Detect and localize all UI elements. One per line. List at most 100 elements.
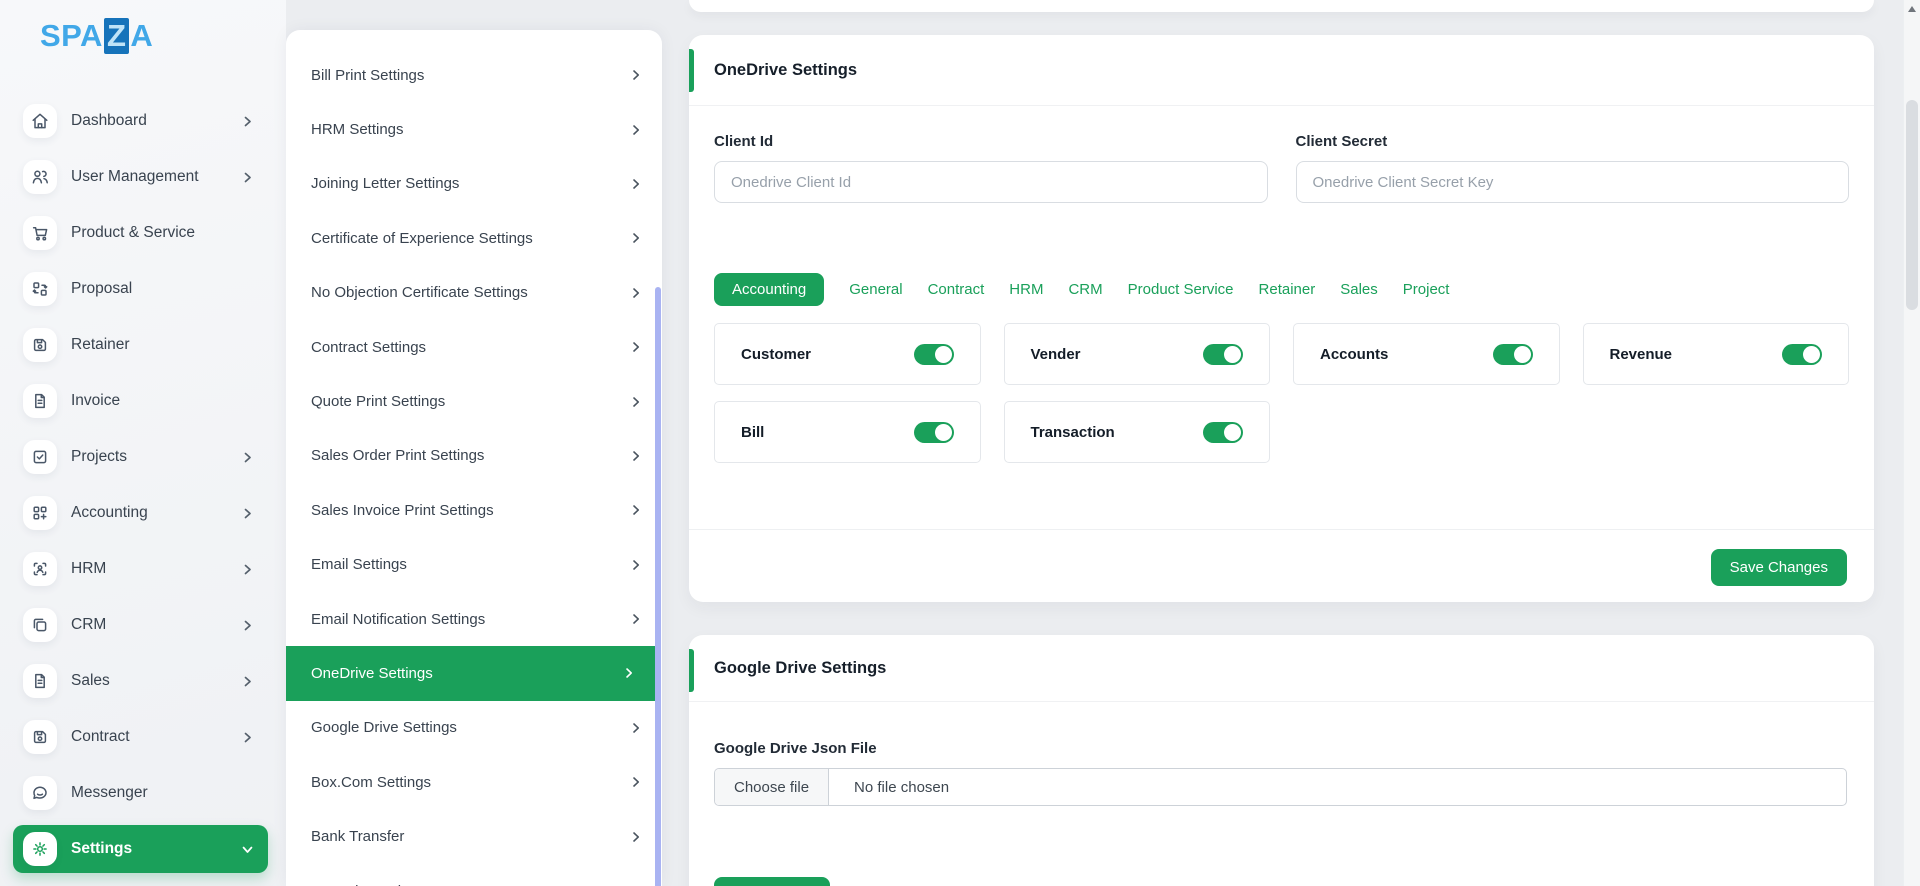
- chevron-right-icon: [630, 396, 642, 408]
- sidebar-item-label: Proposal: [71, 280, 132, 298]
- sidebar-item-user-management[interactable]: User Management: [13, 153, 268, 201]
- file-text-icon: [23, 384, 57, 418]
- accounts-toggle[interactable]: [1493, 344, 1533, 365]
- page-scrollbar[interactable]: [1903, 0, 1920, 886]
- googledrive-card-body: Google Drive Json File Choose file No fi…: [689, 702, 1874, 806]
- toggle-card-accounts: Accounts: [1293, 323, 1560, 385]
- logo-text-dark: Z: [104, 18, 129, 54]
- tab-hrm[interactable]: HRM: [1009, 281, 1043, 298]
- toggle-card-customer: Customer: [714, 323, 981, 385]
- toggle-card-vender: Vender: [1004, 323, 1271, 385]
- sidebar-item-label: Accounting: [71, 504, 148, 522]
- settings-menu-item-barcode[interactable]: Barcode Settings: [286, 864, 662, 886]
- menu-item-label: Email Notification Settings: [311, 611, 485, 628]
- client-secret-label: Client Secret: [1296, 133, 1850, 151]
- settings-menu-item-certificate-experience[interactable]: Certificate of Experience Settings: [286, 211, 662, 265]
- grid-plus-icon: [23, 496, 57, 530]
- tab-product-service[interactable]: Product Service: [1128, 281, 1234, 298]
- chevron-right-icon: [630, 559, 642, 571]
- scroll-up-arrow-icon[interactable]: [1908, 6, 1916, 12]
- settings-menu-item-bill-print[interactable]: Bill Print Settings: [286, 48, 662, 102]
- google-drive-json-file-input[interactable]: Choose file No file chosen: [714, 768, 1847, 806]
- tab-project[interactable]: Project: [1403, 281, 1450, 298]
- save-changes-button[interactable]: Save Changes: [1711, 549, 1847, 586]
- settings-menu-item-email-notification[interactable]: Email Notification Settings: [286, 592, 662, 646]
- toggle-knob: [935, 346, 952, 363]
- sidebar-item-contract[interactable]: Contract: [13, 713, 268, 761]
- logo-text-tail: A: [130, 18, 153, 54]
- scan-user-icon: [23, 552, 57, 586]
- settings-menu-item-sales-order-print[interactable]: Sales Order Print Settings: [286, 429, 662, 483]
- swap-boxes-icon: [23, 272, 57, 306]
- sidebar-item-projects[interactable]: Projects: [13, 433, 268, 481]
- gear-icon: [23, 832, 57, 866]
- card-accent-bar: [689, 649, 694, 692]
- users-icon: [23, 160, 57, 194]
- tab-accounting-partial[interactable]: Accounting: [714, 877, 830, 886]
- toggle-knob: [1224, 346, 1241, 363]
- chevron-right-icon: [241, 563, 254, 576]
- sidebar-item-proposal[interactable]: Proposal: [13, 265, 268, 313]
- settings-menu-item-boxcom[interactable]: Box.Com Settings: [286, 755, 662, 809]
- toggle-card-revenue: Revenue: [1583, 323, 1850, 385]
- page-scrollbar-thumb[interactable]: [1906, 100, 1918, 310]
- settings-menu-item-quote-print[interactable]: Quote Print Settings: [286, 374, 662, 428]
- settings-menu-item-bank-transfer[interactable]: Bank Transfer: [286, 809, 662, 863]
- sidebar-item-messenger[interactable]: Messenger: [13, 769, 268, 817]
- sidebar-item-accounting[interactable]: Accounting: [13, 489, 268, 537]
- tab-sales[interactable]: Sales: [1340, 281, 1378, 298]
- toggle-label: Accounts: [1320, 346, 1388, 363]
- tab-accounting[interactable]: Accounting: [714, 273, 824, 306]
- settings-menu-item-email[interactable]: Email Settings: [286, 538, 662, 592]
- sidebar-item-crm[interactable]: CRM: [13, 601, 268, 649]
- onedrive-card-footer: Save Changes: [689, 529, 1874, 602]
- settings-menu-item-joining-letter[interactable]: Joining Letter Settings: [286, 157, 662, 211]
- menu-item-label: Sales Invoice Print Settings: [311, 502, 494, 519]
- sidebar-item-sales[interactable]: Sales: [13, 657, 268, 705]
- sidebar-item-retainer[interactable]: Retainer: [13, 321, 268, 369]
- file-text-icon: [23, 664, 57, 698]
- vender-toggle[interactable]: [1203, 344, 1243, 365]
- choose-file-button[interactable]: Choose file: [715, 769, 829, 805]
- settings-menu-item-contract[interactable]: Contract Settings: [286, 320, 662, 374]
- tab-contract[interactable]: Contract: [928, 281, 985, 298]
- settings-menu-item-onedrive[interactable]: OneDrive Settings: [286, 646, 655, 700]
- menu-item-label: HRM Settings: [311, 121, 404, 138]
- sidebar-item-label: Settings: [71, 840, 132, 858]
- sidebar-item-label: Dashboard: [71, 112, 147, 130]
- tab-retainer[interactable]: Retainer: [1259, 281, 1316, 298]
- settings-menu-item-hrm[interactable]: HRM Settings: [286, 102, 662, 156]
- sidebar-item-settings[interactable]: Settings: [13, 825, 268, 873]
- customer-toggle[interactable]: [914, 344, 954, 365]
- client-secret-field: Client Secret: [1296, 133, 1850, 203]
- menu-item-label: Google Drive Settings: [311, 719, 457, 736]
- cart-icon: [23, 216, 57, 250]
- chevron-right-icon: [241, 675, 254, 688]
- settings-menu-scrollbar-thumb[interactable]: [655, 287, 661, 886]
- sidebar-item-dashboard[interactable]: Dashboard: [13, 97, 268, 145]
- bill-toggle[interactable]: [914, 422, 954, 443]
- floppy-icon: [23, 328, 57, 362]
- toggle-card-bill: Bill: [714, 401, 981, 463]
- chevron-right-icon: [241, 619, 254, 632]
- settings-menu-item-sales-invoice-print[interactable]: Sales Invoice Print Settings: [286, 483, 662, 537]
- toggle-knob: [1514, 346, 1531, 363]
- onedrive-card-header: OneDrive Settings: [689, 35, 1874, 106]
- client-id-input[interactable]: [714, 161, 1268, 203]
- google-drive-json-file-label: Google Drive Json File: [714, 740, 1849, 758]
- sidebar-item-product-service[interactable]: Product & Service: [13, 209, 268, 257]
- client-secret-input[interactable]: [1296, 161, 1850, 203]
- chevron-right-icon: [241, 731, 254, 744]
- sidebar-item-hrm[interactable]: HRM: [13, 545, 268, 593]
- sidebar-item-invoice[interactable]: Invoice: [13, 377, 268, 425]
- transaction-toggle[interactable]: [1203, 422, 1243, 443]
- chevron-right-icon: [630, 450, 642, 462]
- revenue-toggle[interactable]: [1782, 344, 1822, 365]
- chevron-right-icon: [630, 232, 642, 244]
- module-tabs: Accounting General Contract HRM CRM Prod…: [714, 271, 1849, 307]
- toggle-knob: [935, 424, 952, 441]
- settings-menu-item-no-objection-certificate[interactable]: No Objection Certificate Settings: [286, 266, 662, 320]
- settings-menu-item-google-drive[interactable]: Google Drive Settings: [286, 701, 662, 755]
- tab-crm[interactable]: CRM: [1068, 281, 1102, 298]
- tab-general[interactable]: General: [849, 281, 902, 298]
